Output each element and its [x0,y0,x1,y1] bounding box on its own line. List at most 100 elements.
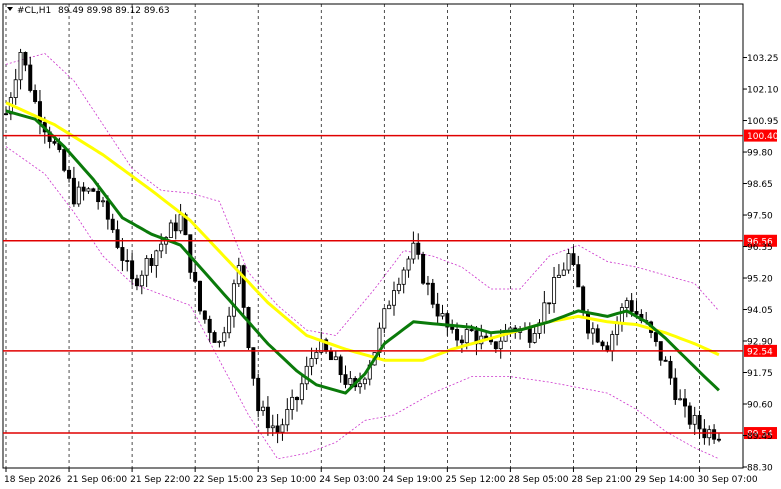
level-label: 92.54 [747,347,773,357]
candle-body [396,283,401,292]
price-axis[interactable]: 103.25 102.10 100.95 99.80 98.65 97.50 96.35 95… [743,54,779,474]
candle-body [455,329,460,341]
candle-body [270,425,275,429]
candle-body [358,383,363,388]
candle-body [290,396,295,410]
candle-body [23,52,28,66]
candle-body [653,332,658,342]
candle-body [159,243,164,252]
candle-body [464,329,469,344]
candle-body [105,200,110,220]
y-tick-label: 92.90 [747,338,773,348]
candle-body [333,356,338,361]
x-tick-label: 24 Sep 19:00 [382,475,442,485]
y-tick-label: 91.75 [747,369,773,379]
y-tick-label: 96.35 [747,243,773,253]
candle-body [256,377,261,412]
candle-body [217,340,222,343]
candle-body [207,318,212,333]
candle-body [547,302,552,305]
candle-body [624,300,629,308]
candle-body [634,311,639,315]
candle-body [712,429,717,440]
candle-body [96,190,101,203]
candle-body [125,260,130,262]
candle-body [425,282,430,285]
y-tick-label: 99.80 [747,149,773,159]
candle-body [246,307,251,349]
candle-body [532,333,537,343]
candle-body [33,90,38,102]
candle-body [600,341,605,347]
candle-body [673,377,678,400]
candle-body [663,359,668,362]
candle-body [406,258,411,271]
candle-body [716,438,721,441]
candle-body [294,396,299,401]
candle-body [498,340,503,350]
x-tick-label: 29 Sep 14:00 [635,475,695,485]
candle-body [678,398,683,401]
y-tick-label: 102.10 [747,86,779,96]
candle-body [212,332,217,343]
candle-body [197,280,202,312]
candle-body [4,113,9,116]
candle-body [154,250,159,266]
candle-body [581,286,586,313]
candle-body [542,302,547,324]
y-tick-label: 90.60 [747,401,773,411]
x-tick-label: 22 Sep 15:00 [193,475,253,485]
candle-body [697,414,702,430]
x-tick-label: 21 Sep 22:00 [130,475,190,485]
time-axis[interactable]: 18 Sep 2026 21 Sep 06:00 21 Sep 22:00 22 Se… [4,468,758,485]
candle-body [619,307,624,324]
x-tick-label: 28 Sep 21:00 [571,475,631,485]
price-chart[interactable]: 100.4096.5692.5489.54 #CL,H1 89.49 89.98… [0,0,781,489]
candle-body [178,214,183,232]
candle-body [28,64,33,91]
y-tick-label: 94.05 [747,306,773,316]
candle-body [552,277,557,304]
x-tick-label: 24 Sep 03:00 [319,475,379,485]
candle-body [493,341,498,350]
candle-body [110,218,115,231]
candle-body [115,229,120,248]
candle-body [629,300,634,312]
y-tick-label: 103.25 [747,54,779,64]
candle-body [338,356,343,376]
candle-body [285,409,290,426]
candle-body [71,177,76,205]
candle-body [134,278,139,287]
candle-body [130,260,135,280]
candle-body [561,269,566,276]
candle-body [280,424,285,433]
candle-body [299,383,304,401]
x-tick-label: 30 Sep 07:00 [698,475,758,485]
candle-body [251,347,256,379]
candle-body [86,188,91,192]
candle-body [222,332,227,342]
candle-body [241,265,246,308]
candle-body [18,52,23,81]
candle-body [348,377,353,385]
candle-body [576,264,581,288]
candle-body [149,258,154,266]
candle-body [668,360,673,379]
candle-body [227,315,232,334]
candle-body [586,311,591,334]
candle-body [265,406,270,429]
symbol-label: #CL,H1 [17,6,51,16]
candle-body [687,405,692,425]
candle-body [202,310,207,320]
candle-body [144,258,149,276]
candle-body [416,242,421,255]
y-tick-label: 95.20 [747,275,773,285]
x-tick-label: 25 Sep 12:00 [445,475,505,485]
candle-body [595,328,600,343]
candle-body [13,79,18,98]
candle-body [430,282,435,305]
plot-area[interactable] [2,3,744,469]
ohlc-values: 89.49 89.98 89.12 89.63 [58,6,170,16]
candle-body [435,303,440,317]
candle-body [382,308,387,329]
